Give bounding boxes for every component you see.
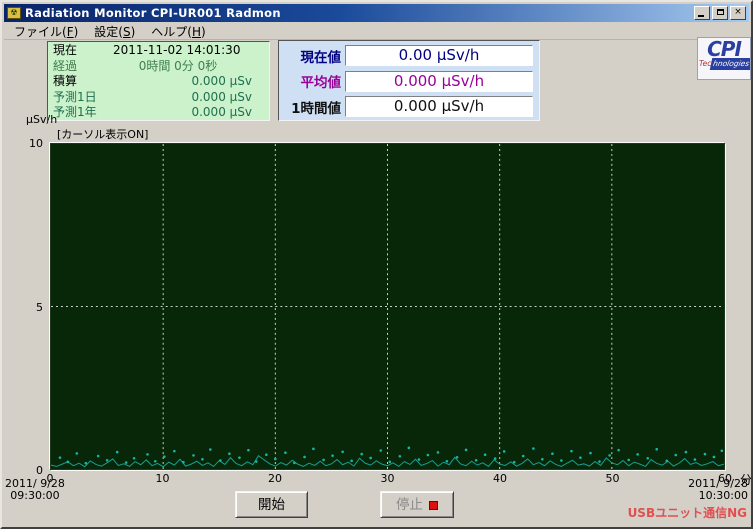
menu-settings[interactable]: 設定(S) xyxy=(86,22,143,41)
stop-square-icon xyxy=(429,501,438,510)
app-icon: ☢ xyxy=(7,7,21,19)
dose-value-panel: 現在値 0.00 μSv/h 平均値 0.000 μSv/h 1時間値 0.00… xyxy=(278,40,540,121)
y-tick-label: 10 xyxy=(20,137,43,150)
forecast-day-value: 0.000 μSv xyxy=(113,90,265,106)
menu-file[interactable]: ファイル(F) xyxy=(6,22,86,41)
menu-help[interactable]: ヘルプ(H) xyxy=(143,22,213,41)
y-axis-ticks: 0510 xyxy=(20,143,46,470)
x-tick-label: 40 xyxy=(493,472,507,485)
forecast-day-label: 予測1日 xyxy=(53,90,113,106)
value-row-hourly: 1時間値 0.000 μSv/h xyxy=(281,95,533,118)
info-row-forecast-year: 予測1年 0.000 μSv xyxy=(53,105,265,121)
chart-start-datetime: 2011/ 9/28 09:30:00 xyxy=(5,478,65,502)
info-row-forecast-day: 予測1日 0.000 μSv xyxy=(53,90,265,106)
x-axis-ticks: 0102030405060 xyxy=(50,472,725,484)
y-tick-label: 5 xyxy=(20,301,43,314)
average-value-label: 平均値 xyxy=(281,71,345,91)
y-tick-label: 0 xyxy=(20,464,43,477)
start-button[interactable]: 開始 xyxy=(235,491,308,518)
measurement-info-panel: 現在 2011-11-02 14:01:30 経過 0時間 0分 0秒 積算 0… xyxy=(47,41,270,121)
menu-bar: ファイル(F) 設定(S) ヘルプ(H) xyxy=(4,23,749,40)
current-datetime-value: 2011-11-02 14:01:30 xyxy=(113,43,265,59)
value-row-average: 平均値 0.000 μSv/h xyxy=(281,70,533,93)
current-datetime-label: 現在 xyxy=(53,43,113,59)
value-row-current: 現在値 0.00 μSv/h xyxy=(281,44,533,67)
maximize-icon[interactable] xyxy=(712,6,728,20)
chart-plot-svg xyxy=(51,144,724,469)
info-row-cumulative: 積算 0.000 μSv xyxy=(53,74,265,90)
window-title: Radiation Monitor CPI-UR001 Radmon xyxy=(25,6,694,20)
x-tick-label: 50 xyxy=(606,472,620,485)
chart-end-datetime: 2011/ 9/28 10:30:00 xyxy=(688,478,748,502)
x-tick-label: 30 xyxy=(381,472,395,485)
chart-end-time: 10:30:00 xyxy=(688,490,748,502)
stop-button-label: 停止 xyxy=(396,497,423,512)
y-axis-unit-label: μSv/h xyxy=(26,113,57,126)
app-window: ☢ Radiation Monitor CPI-UR001 Radmon × フ… xyxy=(0,0,753,529)
cpi-logo-text: CPI xyxy=(698,38,750,60)
forecast-year-value: 0.000 μSv xyxy=(113,105,265,121)
hourly-value-display: 0.000 μSv/h xyxy=(345,96,533,117)
cpi-technologies-logo: CPI Tec hnologies xyxy=(697,37,751,80)
elapsed-value: 0時間 0分 0秒 xyxy=(113,59,265,75)
close-icon[interactable]: × xyxy=(730,6,746,20)
elapsed-label: 経過 xyxy=(53,59,113,75)
x-tick-label: 10 xyxy=(156,472,170,485)
minimize-icon[interactable] xyxy=(694,6,710,20)
info-row-current-datetime: 現在 2011-11-02 14:01:30 xyxy=(53,43,265,59)
current-value-display: 0.00 μSv/h xyxy=(345,45,533,66)
hourly-value-label: 1時間値 xyxy=(281,97,345,117)
x-tick-label: 20 xyxy=(268,472,282,485)
cumulative-value: 0.000 μSv xyxy=(113,74,265,90)
info-row-elapsed: 経過 0時間 0分 0秒 xyxy=(53,59,265,75)
stop-button[interactable]: 停止 xyxy=(380,491,454,518)
cursor-display-label: [カーソル表示ON] xyxy=(57,126,148,142)
chart-start-time: 09:30:00 xyxy=(5,490,65,502)
current-value-label: 現在値 xyxy=(281,46,345,66)
title-bar[interactable]: ☢ Radiation Monitor CPI-UR001 Radmon × xyxy=(4,4,749,22)
average-value-display: 0.000 μSv/h xyxy=(345,71,533,92)
dose-trend-chart[interactable] xyxy=(50,143,725,470)
usb-status-message: USBユニット通信NG xyxy=(628,504,747,521)
forecast-year-label: 予測1年 xyxy=(53,105,113,121)
cpi-logo-rest: hnologies xyxy=(710,58,751,70)
cumulative-label: 積算 xyxy=(53,74,113,90)
